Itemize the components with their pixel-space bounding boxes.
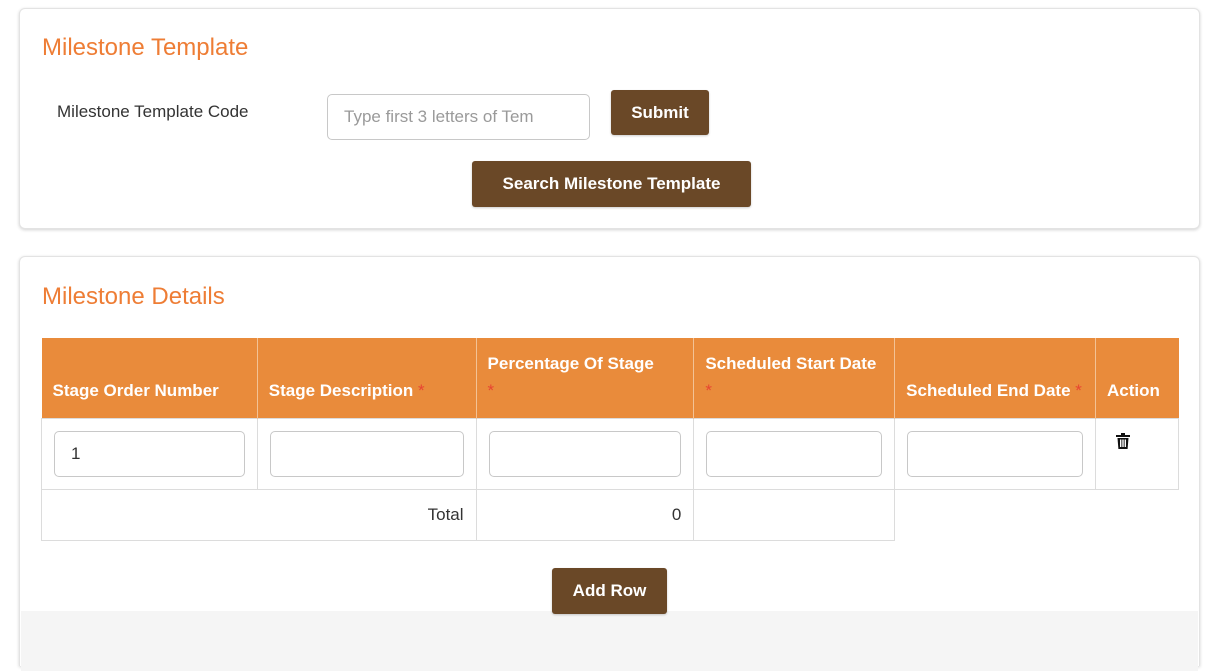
table-header-row: Stage Order Number Stage Description * P… [41, 338, 1179, 418]
start-date-cell [693, 417, 896, 490]
required-marker: * [705, 380, 712, 400]
required-marker: * [418, 380, 425, 400]
trash-icon[interactable] [1115, 432, 1130, 454]
submit-button[interactable]: Submit [611, 90, 709, 135]
milestone-table: Stage Order Number Stage Description * P… [41, 338, 1180, 541]
end-date-input[interactable] [907, 430, 1083, 477]
total-label: Total [41, 488, 477, 541]
column-header-stage-order: Stage Order Number [41, 338, 258, 418]
column-header-start-date: Scheduled Start Date * [693, 338, 895, 418]
column-header-stage-description: Stage Description * [256, 338, 477, 418]
template-code-label: Milestone Template Code [57, 102, 249, 121]
start-date-input[interactable] [706, 430, 883, 477]
milestone-template-panel: Milestone Template Milestone Template Co… [19, 8, 1200, 229]
column-header-label: Action [1106, 380, 1160, 400]
milestone-template-title: Milestone Template [42, 34, 249, 61]
stage-order-cell [41, 417, 258, 490]
milestone-details-panel: Milestone Details Stage Order Number Sta… [19, 256, 1200, 671]
total-empty-cell [693, 488, 896, 541]
column-header-end-date: Scheduled End Date * [894, 338, 1096, 418]
column-header-label: Scheduled End Date [906, 380, 1071, 400]
table-row [41, 417, 1180, 490]
percentage-cell [475, 417, 695, 490]
stage-description-cell [256, 417, 477, 490]
action-cell [1094, 417, 1180, 490]
column-header-label: Percentage Of Stage [487, 353, 654, 373]
milestone-details-title: Milestone Details [42, 283, 225, 310]
column-header-label: Stage Order Number [52, 380, 219, 400]
column-header-percentage: Percentage Of Stage * [475, 338, 694, 418]
panel-footer-area [21, 611, 1198, 671]
total-row: Total 0 [41, 488, 1179, 541]
required-marker: * [487, 380, 495, 400]
column-header-action: Action [1094, 338, 1179, 418]
template-code-input[interactable] [327, 94, 590, 140]
end-date-cell [894, 417, 1096, 490]
add-row-button[interactable]: Add Row [552, 568, 667, 614]
search-milestone-template-button[interactable]: Search Milestone Template [472, 161, 751, 207]
column-header-label: Stage Description [268, 380, 414, 400]
percentage-input[interactable] [488, 430, 682, 477]
required-marker: * [1075, 380, 1082, 400]
column-header-label: Scheduled Start Date [705, 353, 877, 373]
blank-cell [895, 489, 1096, 540]
blank-cell [1095, 489, 1178, 540]
total-value: 0 [475, 488, 695, 541]
stage-description-input[interactable] [269, 430, 464, 477]
stage-order-input[interactable] [54, 430, 245, 477]
